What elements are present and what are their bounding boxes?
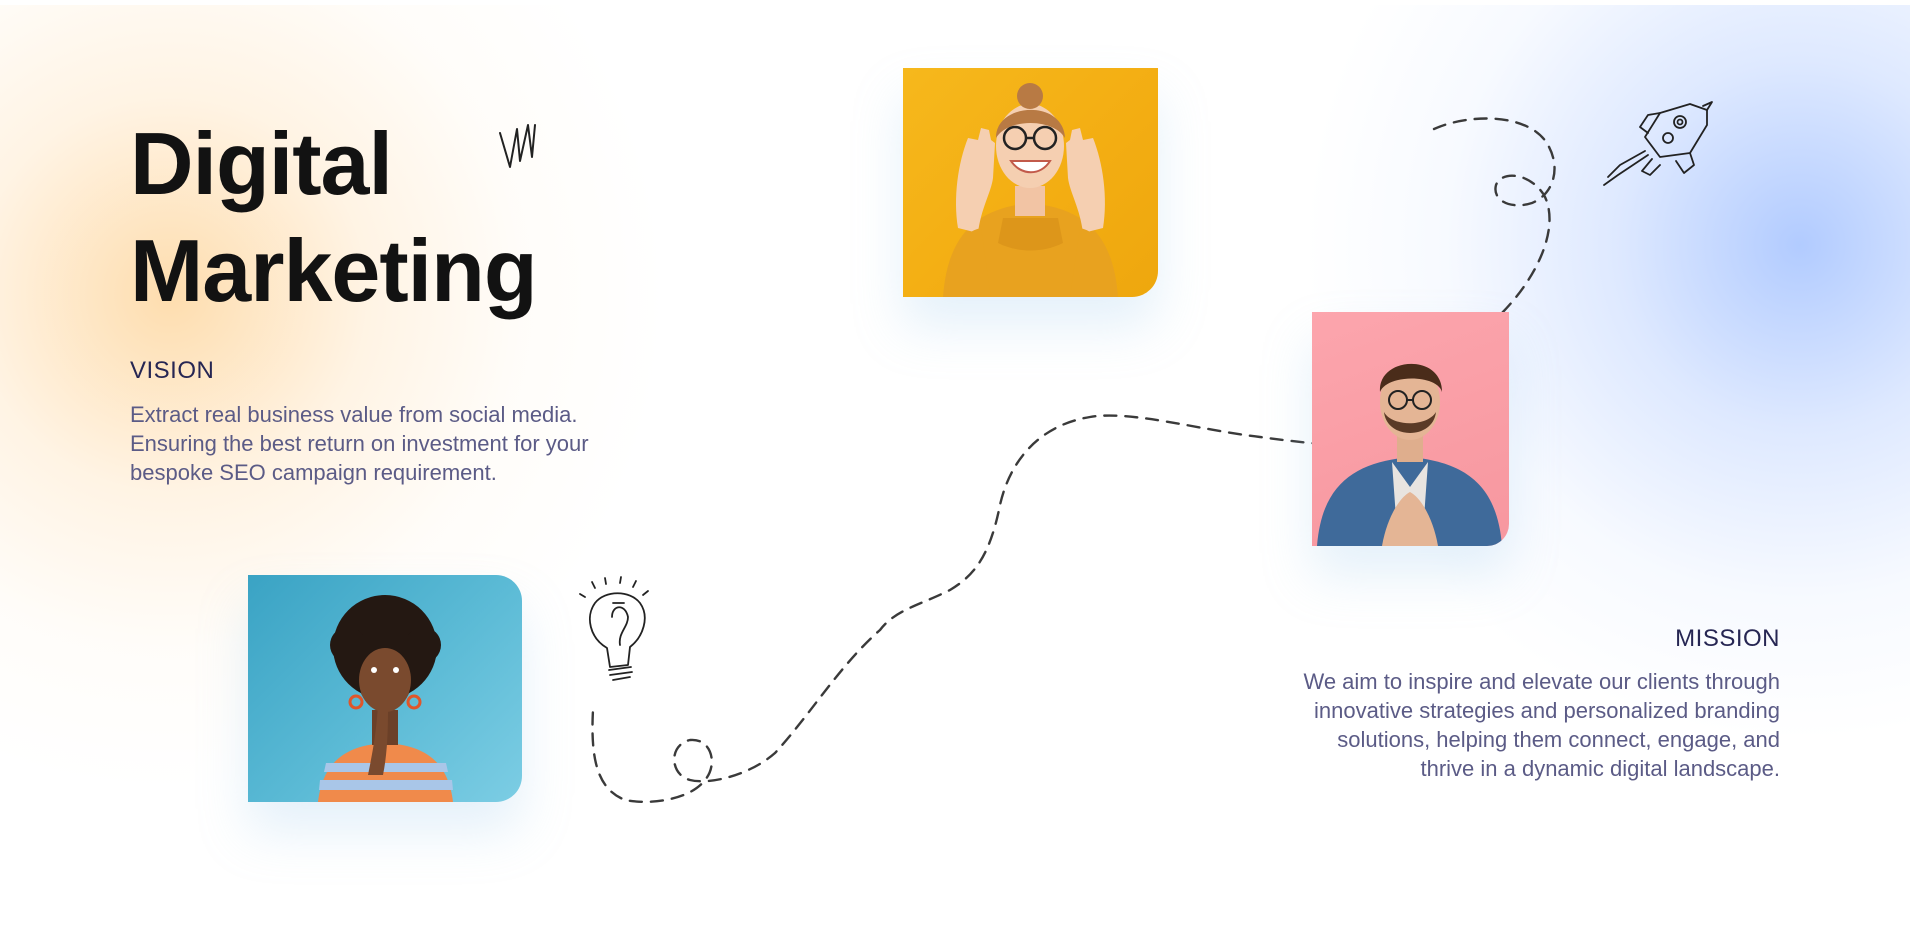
mission-line: innovative strategies and personalized b…: [1314, 698, 1780, 723]
photo-man-pink: [1312, 312, 1509, 546]
page-title: Digital Marketing: [130, 110, 650, 324]
title-line-1: Digital: [130, 114, 393, 213]
hero-section: Digital Marketing VISION Extract real bu…: [0, 5, 1910, 935]
vision-line: bespoke SEO campaign requirement.: [130, 460, 497, 485]
photo-woman-yellow: [903, 68, 1158, 297]
mission-line: solutions, helping them connect, engage,…: [1337, 727, 1780, 752]
mission-line: thrive in a dynamic digital landscape.: [1420, 756, 1780, 781]
title-line-2: Marketing: [130, 221, 538, 320]
vision-text: Extract real business value from social …: [130, 400, 589, 487]
photo-woman-blue: [248, 575, 522, 802]
vision-line: Ensuring the best return on investment f…: [130, 431, 589, 456]
lightbulb-icon: [579, 576, 649, 681]
vision-line: Extract real business value from social …: [130, 402, 578, 427]
vision-heading: VISION: [130, 357, 215, 384]
mission-text: We aim to inspire and elevate our client…: [1303, 667, 1780, 783]
mission-line: We aim to inspire and elevate our client…: [1303, 669, 1780, 694]
mission-heading: MISSION: [1675, 625, 1780, 652]
